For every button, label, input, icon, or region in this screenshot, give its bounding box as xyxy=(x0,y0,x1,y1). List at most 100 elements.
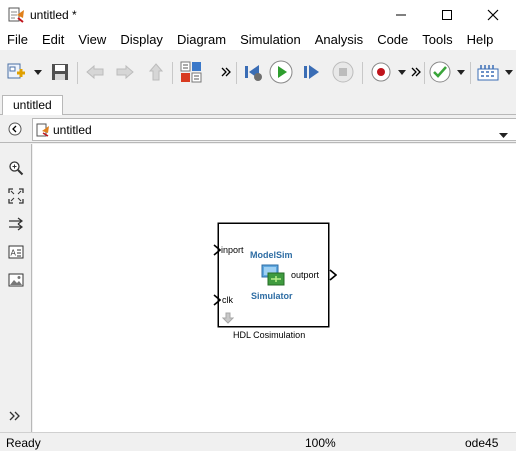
menu-view[interactable]: View xyxy=(71,30,113,50)
chevron-down-icon xyxy=(398,69,406,75)
hdl-cosimulation-block[interactable]: inport clk outport ModelSim Simulator xyxy=(213,223,338,327)
up-to-parent-button[interactable] xyxy=(145,60,167,84)
minimize-icon xyxy=(396,14,406,16)
menu-tools[interactable]: Tools xyxy=(415,30,459,50)
record-icon xyxy=(371,62,391,82)
window-title: untitled * xyxy=(30,8,77,22)
menu-help[interactable]: Help xyxy=(460,30,501,50)
toolbar-overflow-button[interactable] xyxy=(220,60,232,84)
toolbar-separator xyxy=(424,62,425,84)
close-icon xyxy=(487,9,499,21)
forward-button[interactable] xyxy=(114,60,136,84)
record-button[interactable] xyxy=(369,60,393,84)
model-canvas[interactable]: inport clk outport ModelSim Simulator HD… xyxy=(33,144,516,432)
title-bar: untitled * xyxy=(0,0,516,30)
toolbar-separator xyxy=(362,62,363,84)
library-browser-icon xyxy=(180,61,202,83)
new-model-button[interactable] xyxy=(5,60,27,84)
tab-untitled[interactable]: untitled xyxy=(2,95,63,116)
arrow-up-icon xyxy=(149,63,163,81)
menu-simulation[interactable]: Simulation xyxy=(233,30,308,50)
close-button[interactable] xyxy=(470,0,516,30)
maximize-icon xyxy=(442,10,452,20)
address-bar: untitled xyxy=(0,115,516,143)
model-path-text: untitled xyxy=(53,123,92,137)
toolbar-separator xyxy=(236,62,237,84)
chevron-down-icon xyxy=(499,133,508,138)
new-model-icon xyxy=(7,63,25,79)
modelsim-label: ModelSim xyxy=(250,250,293,260)
outport-label: outport xyxy=(291,270,320,280)
run-button[interactable] xyxy=(268,60,294,84)
step-back-icon xyxy=(245,65,262,81)
zoom-button[interactable] xyxy=(8,160,24,176)
annotation-button[interactable]: A xyxy=(8,244,24,260)
download-arrow-icon xyxy=(221,312,235,327)
record-dropdown-button[interactable] xyxy=(397,60,407,84)
menu-display[interactable]: Display xyxy=(113,30,170,50)
inport-label: inport xyxy=(221,245,244,255)
toolbar-overflow-button-2[interactable] xyxy=(410,60,422,84)
menu-diagram[interactable]: Diagram xyxy=(170,30,233,50)
back-button[interactable] xyxy=(84,60,106,84)
chevron-down-icon xyxy=(457,69,465,75)
image-icon xyxy=(8,273,24,287)
arrow-left-icon xyxy=(86,65,104,79)
menu-analysis[interactable]: Analysis xyxy=(308,30,370,50)
model-path-field[interactable]: untitled xyxy=(32,118,516,141)
fit-to-view-button[interactable] xyxy=(8,188,24,204)
fit-to-view-icon xyxy=(8,188,24,204)
simulink-model-icon xyxy=(8,6,26,24)
checkmark-icon xyxy=(429,61,451,83)
library-browser-button[interactable] xyxy=(179,60,203,84)
simulator-label: Simulator xyxy=(251,291,293,301)
hide-browser-button[interactable] xyxy=(8,122,22,139)
menu-edit[interactable]: Edit xyxy=(35,30,71,50)
svg-text:A: A xyxy=(11,249,17,258)
tool-palette: A xyxy=(0,144,32,432)
maximize-button[interactable] xyxy=(424,0,470,30)
step-forward-icon xyxy=(304,65,319,79)
menu-file[interactable]: File xyxy=(0,30,35,50)
status-bar: Ready 100% ode45 xyxy=(0,432,516,451)
save-icon xyxy=(52,64,68,80)
double-chevron-right-icon xyxy=(9,411,20,421)
save-button[interactable] xyxy=(49,60,71,84)
model-advisor-button[interactable] xyxy=(428,60,452,84)
build-model-button[interactable] xyxy=(476,60,500,84)
advisor-dropdown-button[interactable] xyxy=(456,60,466,84)
hide-show-arrows-button[interactable] xyxy=(8,216,24,232)
clk-port-icon[interactable] xyxy=(213,294,222,309)
path-dropdown-button[interactable] xyxy=(499,127,508,141)
status-text: Ready xyxy=(6,436,41,450)
tab-strip: untitled xyxy=(0,93,516,116)
chevron-down-icon xyxy=(505,69,513,75)
double-chevron-right-icon xyxy=(221,67,231,77)
menu-code[interactable]: Code xyxy=(370,30,415,50)
new-dropdown-button[interactable] xyxy=(33,60,43,84)
stop-button[interactable] xyxy=(331,60,355,84)
double-chevron-right-icon xyxy=(411,67,421,77)
outport-port-icon[interactable] xyxy=(329,269,338,284)
solver-name[interactable]: ode45 xyxy=(465,436,498,450)
build-dropdown-button[interactable] xyxy=(504,60,514,84)
arrow-right-icon xyxy=(116,65,134,79)
step-forward-button[interactable] xyxy=(300,60,322,84)
collapse-left-icon xyxy=(8,122,22,136)
toolbar xyxy=(0,50,516,93)
zoom-icon xyxy=(9,161,24,176)
stop-icon xyxy=(332,61,354,83)
clk-label: clk xyxy=(222,295,233,305)
image-button[interactable] xyxy=(8,272,24,288)
chevron-down-icon xyxy=(34,69,42,75)
zoom-level: 100% xyxy=(305,436,336,450)
menu-bar: File Edit View Display Diagram Simulatio… xyxy=(0,30,516,50)
toolbar-separator xyxy=(77,62,78,84)
inport-port-icon[interactable] xyxy=(213,244,222,259)
minimize-button[interactable] xyxy=(378,0,424,30)
palette-expand-button[interactable] xyxy=(8,410,24,426)
toolbar-separator xyxy=(172,62,173,84)
toolbar-separator xyxy=(470,62,471,84)
step-back-button[interactable] xyxy=(242,60,264,84)
block-name-label[interactable]: HDL Cosimulation xyxy=(233,330,305,340)
